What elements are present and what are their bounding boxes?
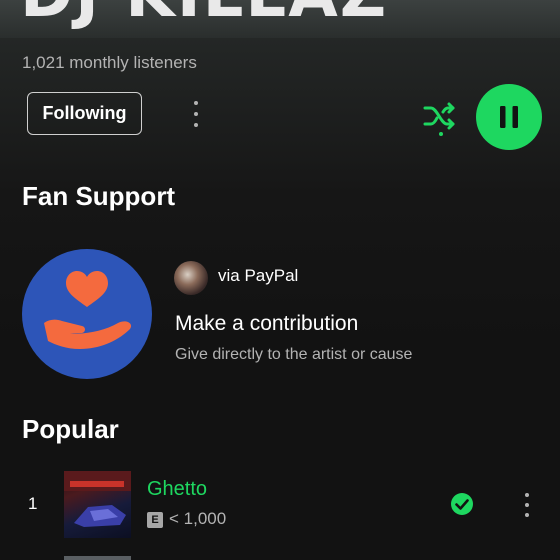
pause-icon: [500, 106, 518, 128]
next-track-artwork: [64, 556, 131, 560]
track-title: Ghetto: [147, 478, 208, 500]
make-contribution-title[interactable]: Make a contribution: [175, 312, 358, 336]
fan-support-artwork[interactable]: [22, 249, 152, 379]
more-options-button[interactable]: [186, 99, 206, 129]
shuffle-button[interactable]: [420, 97, 460, 137]
shuffle-icon: [423, 102, 455, 130]
explicit-badge: E: [147, 512, 163, 528]
pause-button[interactable]: [476, 84, 542, 150]
more-vertical-icon: [194, 101, 198, 105]
monthly-listeners: 1,021 monthly listeners: [22, 53, 197, 72]
popular-heading: Popular: [22, 414, 119, 444]
saved-check-icon[interactable]: [450, 492, 474, 516]
heart-in-hand-icon: [44, 271, 132, 349]
track-artwork: [64, 471, 131, 538]
artist-name: DJ KILLAZ: [20, 0, 388, 32]
more-vertical-icon: [525, 493, 529, 497]
track-rank: 1: [28, 494, 38, 513]
track-more-button[interactable]: [519, 492, 535, 518]
track-plays: < 1,000: [169, 509, 227, 528]
via-paypal-label: via PayPal: [218, 266, 299, 285]
contribution-subtitle: Give directly to the artist or cause: [175, 346, 413, 363]
paypal-avatar: [174, 261, 208, 295]
following-button[interactable]: Following: [27, 92, 142, 135]
fan-support-heading: Fan Support: [22, 181, 176, 211]
artist-header-image: DJ KILLAZ: [0, 0, 560, 38]
